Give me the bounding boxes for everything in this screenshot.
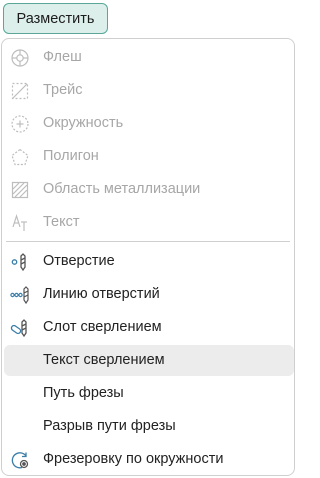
menu-item-label: Трейс bbox=[43, 82, 83, 98]
menu-item-hole-line[interactable]: Линию отверстий bbox=[4, 279, 294, 310]
menu-item-label: Текст сверлением bbox=[43, 352, 165, 368]
menu-separator bbox=[6, 241, 290, 242]
menu-item-label: Отверстие bbox=[43, 253, 115, 269]
menu-item-drill-slot[interactable]: Слот сверлением bbox=[4, 312, 294, 343]
menu-item-trace[interactable]: Трейс bbox=[4, 75, 294, 106]
menu-item-label: Флеш bbox=[43, 49, 82, 65]
menu-item-label: Полигон bbox=[43, 148, 99, 164]
menu-item-label: Текст bbox=[43, 214, 80, 230]
menu-item-flash[interactable]: Флеш bbox=[4, 42, 294, 73]
circle-icon bbox=[10, 114, 30, 134]
hole-line-icon bbox=[10, 285, 30, 305]
drill-slot-icon bbox=[10, 318, 30, 338]
menu-item-mill-path[interactable]: Путь фрезы bbox=[4, 378, 294, 409]
polygon-icon bbox=[10, 147, 30, 167]
menu-item-label: Разрыв пути фрезы bbox=[43, 418, 176, 434]
copper-area-icon bbox=[10, 180, 30, 200]
hole-icon bbox=[10, 252, 30, 272]
menu-item-mill-path-break[interactable]: Разрыв пути фрезы bbox=[4, 411, 294, 442]
trace-icon bbox=[10, 81, 30, 101]
circular-milling-icon bbox=[10, 450, 30, 470]
menu-item-copper-area[interactable]: Область металлизации bbox=[4, 174, 294, 205]
menu-item-hole[interactable]: Отверстие bbox=[4, 246, 294, 277]
menu-item-polygon[interactable]: Полигон bbox=[4, 141, 294, 172]
place-menu: Флеш Трейс Окружность Полигон Область ме… bbox=[1, 38, 295, 476]
place-button[interactable]: Разместить bbox=[3, 3, 108, 34]
menu-item-label: Слот сверлением bbox=[43, 319, 162, 335]
flash-icon bbox=[10, 48, 30, 68]
menu-item-label: Путь фрезы bbox=[43, 385, 124, 401]
menu-item-label: Область металлизации bbox=[43, 181, 201, 197]
menu-item-circular-milling[interactable]: Фрезеровку по окружности bbox=[4, 444, 294, 475]
menu-item-drill-text[interactable]: Текст сверлением bbox=[4, 345, 294, 376]
menu-item-label: Линию отверстий bbox=[43, 286, 160, 302]
menu-item-label: Фрезеровку по окружности bbox=[43, 451, 224, 467]
menu-item-label: Окружность bbox=[43, 115, 124, 131]
menu-item-text[interactable]: Текст bbox=[4, 207, 294, 238]
menu-item-circle[interactable]: Окружность bbox=[4, 108, 294, 139]
text-icon bbox=[10, 213, 30, 233]
